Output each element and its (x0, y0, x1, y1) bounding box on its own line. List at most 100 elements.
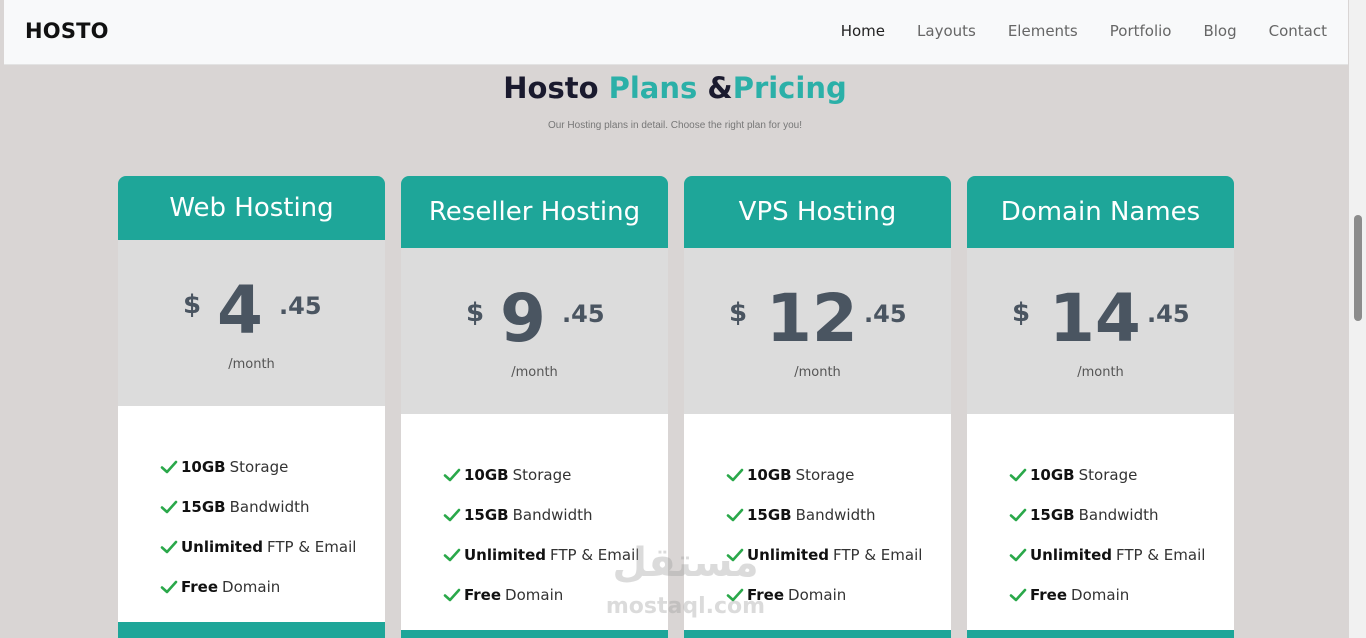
price-period: /month (1077, 365, 1124, 380)
feature-bold: 10GB (464, 466, 509, 484)
feature-bold: Free (464, 586, 502, 604)
feature-text: Domain (788, 586, 847, 604)
feature-bold: 10GB (1030, 466, 1075, 484)
plan-footer-button[interactable] (118, 622, 385, 638)
title-part-pricing: Pricing (732, 71, 847, 105)
section-subtitle: Our Hosting plans in detail. Choose the … (547, 120, 803, 131)
check-icon (1009, 548, 1027, 562)
price-cents: .45 (864, 300, 907, 328)
feature-domain: Free Domain (160, 578, 280, 596)
check-icon (160, 540, 178, 554)
plan-card-reseller-hosting: Reseller Hosting $ 9 .45 /month 10GB Stor… (401, 176, 668, 638)
plan-features: 10GB Storage 15GB Bandwidth Unlimited FTP &… (118, 406, 385, 622)
check-icon (726, 468, 744, 482)
nav-link-blog[interactable]: Blog (1203, 22, 1236, 40)
feature-text: Domain (222, 578, 281, 596)
feature-text: Storage (1078, 466, 1138, 484)
feature-bold: Free (747, 586, 785, 604)
price-currency: $ (1012, 298, 1031, 328)
brand-logo[interactable]: HOSTO (25, 19, 109, 43)
check-icon (726, 588, 744, 602)
feature-text: Storage (229, 458, 289, 476)
nav-link-contact[interactable]: Contact (1269, 22, 1327, 40)
feature-ftp-email: Unlimited FTP & Email (726, 546, 922, 564)
feature-bold: Free (1030, 586, 1068, 604)
price-currency: $ (466, 298, 485, 328)
feature-domain: Free Domain (726, 586, 846, 604)
plan-title: VPS Hosting (684, 176, 951, 248)
feature-storage: 10GB Storage (443, 466, 571, 484)
section-title: Hosto Plans &Pricing (0, 71, 1350, 105)
check-icon (1009, 468, 1027, 482)
plan-footer-button[interactable] (967, 630, 1234, 638)
plan-card-domain-names: Domain Names $ 14 .45 /month 10GB Storage… (967, 176, 1234, 638)
title-part-hosto: Hosto (503, 71, 599, 105)
feature-storage: 10GB Storage (1009, 466, 1137, 484)
check-icon (160, 500, 178, 514)
feature-bold: Free (181, 578, 219, 596)
price-cents: .45 (1147, 300, 1190, 328)
feature-bold: Unlimited (464, 546, 546, 564)
feature-bold: 10GB (181, 458, 226, 476)
title-part-amp: & (707, 71, 733, 105)
feature-text: Bandwidth (229, 498, 310, 516)
feature-text: Bandwidth (512, 506, 593, 524)
feature-ftp-email: Unlimited FTP & Email (1009, 546, 1205, 564)
feature-bold: 15GB (181, 498, 226, 516)
feature-text: FTP & Email (833, 546, 923, 564)
feature-bold: Unlimited (1030, 546, 1112, 564)
price-amount: 4 (217, 272, 263, 349)
feature-bold: 15GB (1030, 506, 1075, 524)
check-icon (443, 508, 461, 522)
feature-text: Storage (512, 466, 572, 484)
plan-price-box: $ 14 .45 /month (967, 248, 1234, 414)
price-period: /month (794, 365, 841, 380)
check-icon (1009, 508, 1027, 522)
vertical-scrollbar[interactable] (1349, 0, 1366, 638)
nav-link-portfolio[interactable]: Portfolio (1110, 22, 1172, 40)
plan-title: Reseller Hosting (401, 176, 668, 248)
plan-title: Domain Names (967, 176, 1234, 248)
scrollbar-thumb[interactable] (1354, 215, 1362, 321)
feature-bandwidth: 15GB Bandwidth (160, 498, 309, 516)
title-part-plans: Plans (608, 71, 698, 105)
feature-domain: Free Domain (1009, 586, 1129, 604)
plan-features: 10GB Storage 15GB Bandwidth Unlimited FTP &… (684, 414, 951, 630)
nav-link-elements[interactable]: Elements (1008, 22, 1078, 40)
page: HOSTO Home Layouts Elements Portfolio Bl… (0, 0, 1366, 638)
plan-footer-button[interactable] (684, 630, 951, 638)
check-icon (726, 548, 744, 562)
price-row: $ 4 .45 (118, 278, 385, 348)
plan-footer-button[interactable] (401, 630, 668, 638)
price-row: $ 12 .45 (684, 286, 951, 356)
price-period: /month (511, 365, 558, 380)
price-amount: 9 (500, 280, 546, 357)
check-icon (443, 468, 461, 482)
check-icon (160, 460, 178, 474)
nav-link-home[interactable]: Home (841, 22, 885, 40)
feature-text: Storage (795, 466, 855, 484)
price-cents: .45 (279, 292, 322, 320)
plan-title: Web Hosting (118, 176, 385, 240)
price-row: $ 14 .45 (967, 286, 1234, 356)
feature-bandwidth: 15GB Bandwidth (1009, 506, 1158, 524)
plan-card-web-hosting: Web Hosting $ 4 .45 /month 10GB Storage 1… (118, 176, 385, 638)
plan-price-box: $ 4 .45 /month (118, 240, 385, 406)
feature-domain: Free Domain (443, 586, 563, 604)
plan-features: 10GB Storage 15GB Bandwidth Unlimited FTP &… (967, 414, 1234, 630)
feature-text: FTP & Email (267, 538, 357, 556)
plan-price-box: $ 9 .45 /month (401, 248, 668, 414)
feature-bold: 15GB (747, 506, 792, 524)
feature-text: Bandwidth (1078, 506, 1159, 524)
nav-link-layouts[interactable]: Layouts (917, 22, 976, 40)
feature-text: FTP & Email (550, 546, 640, 564)
price-currency: $ (729, 298, 748, 328)
feature-bandwidth: 15GB Bandwidth (726, 506, 875, 524)
feature-ftp-email: Unlimited FTP & Email (160, 538, 356, 556)
check-icon (160, 580, 178, 594)
feature-text: FTP & Email (1116, 546, 1206, 564)
feature-bold: Unlimited (181, 538, 263, 556)
check-icon (443, 548, 461, 562)
check-icon (443, 588, 461, 602)
price-amount: 14 (1049, 280, 1141, 357)
